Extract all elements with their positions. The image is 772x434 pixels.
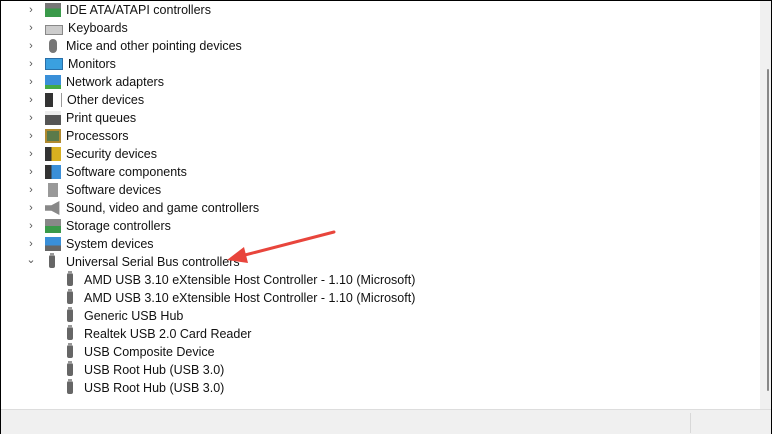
status-bar: [1, 409, 771, 434]
annotation-arrow: [227, 230, 336, 263]
status-divider: [690, 413, 691, 433]
device-manager-window: › IDE ATA/ATAPI controllers › Keyboards › Mic…: [0, 0, 772, 434]
